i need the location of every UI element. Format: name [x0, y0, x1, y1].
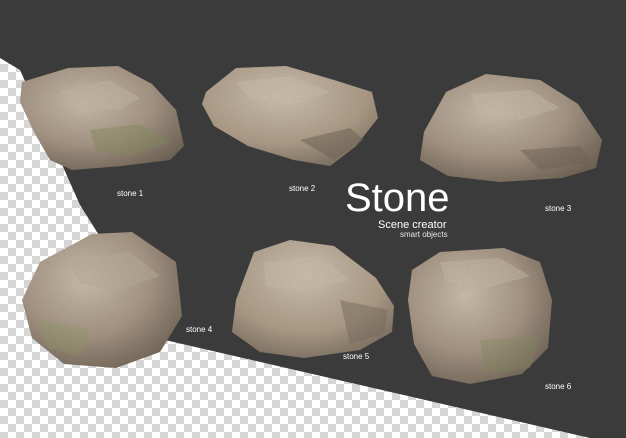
- stone-3-label: stone 3: [545, 204, 572, 213]
- stone-4-label: stone 4: [186, 325, 213, 334]
- stone-1-label: stone 1: [117, 189, 144, 198]
- stone-2-label: stone 2: [289, 184, 316, 193]
- scene-canvas: stone 1 stone 2 stone 3 stone 4 stone 5 …: [0, 0, 626, 438]
- tagline: smart objects: [400, 230, 448, 239]
- stone-6-label: stone 6: [545, 382, 572, 391]
- stone-6-image: [408, 248, 552, 384]
- page-title: Stone: [345, 176, 450, 220]
- stone-5-label: stone 5: [343, 352, 370, 361]
- scene-background: [0, 0, 626, 438]
